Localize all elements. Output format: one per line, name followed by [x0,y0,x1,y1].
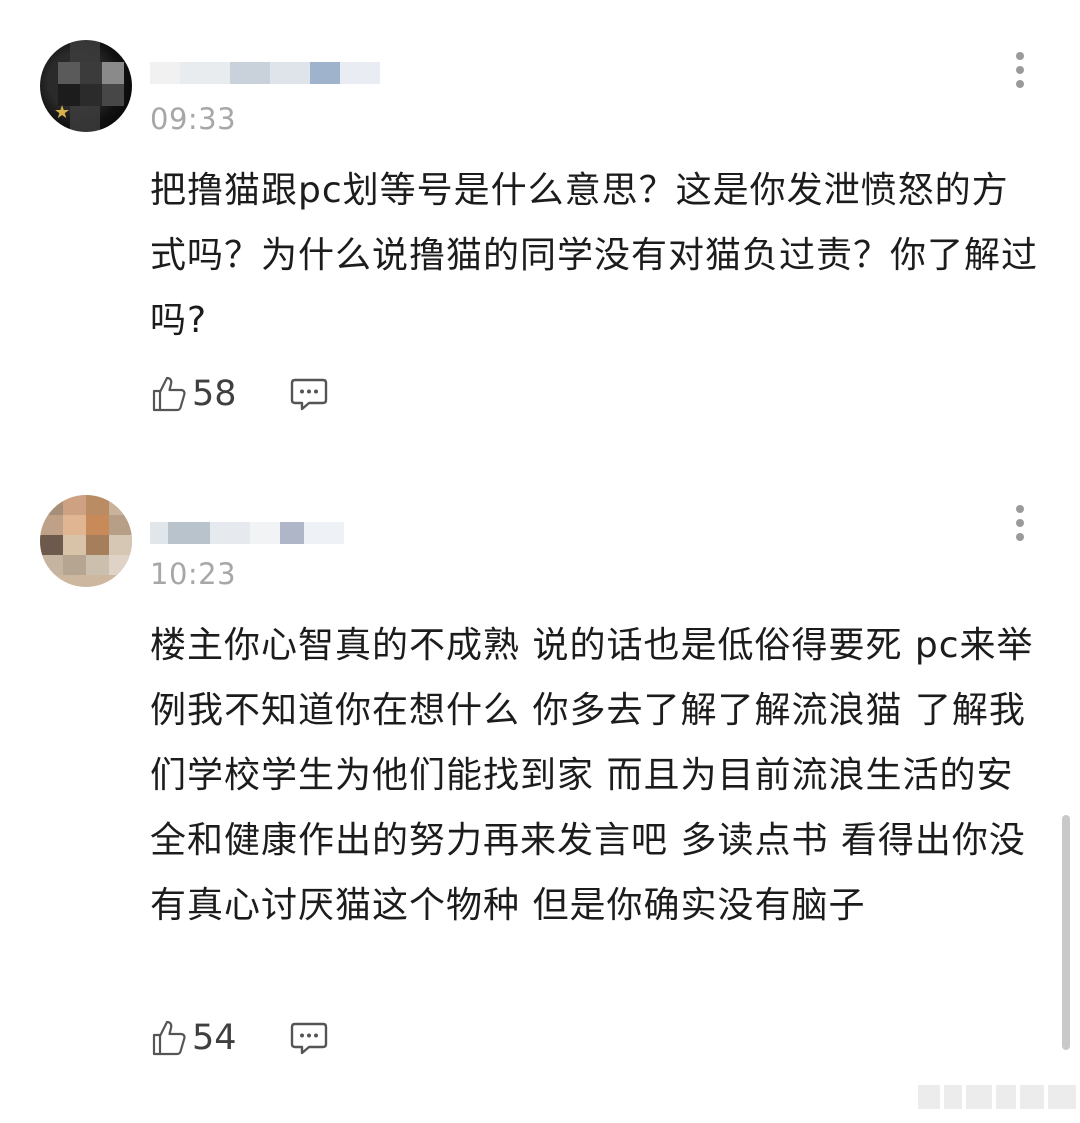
like-count: 58 [192,374,237,414]
comment-actions: 54 [150,1016,329,1060]
like-button[interactable]: 58 [150,374,237,414]
comment-bubble-icon [290,378,327,411]
like-count: 54 [192,1018,237,1058]
thumbs-up-icon [152,376,186,412]
like-button[interactable]: 54 [150,1018,237,1058]
reply-button[interactable] [289,1018,329,1058]
watermark [918,1080,1080,1114]
more-vertical-icon[interactable] [1005,505,1035,545]
thumbs-up-icon [152,1020,186,1056]
comment-bubble-icon [290,1022,327,1055]
comment-text: 楼主你心智真的不成熟 说的话也是低俗得要死 pc来举例我不知道你在想什么 你多去… [150,625,1034,926]
comment-timestamp: 09:33 [150,102,237,136]
comment-actions: 58 [150,372,329,416]
reply-button[interactable] [289,374,329,414]
avatar[interactable]: ★ [40,40,132,132]
comment-timestamp: 10:23 [150,557,237,591]
more-vertical-icon[interactable] [1005,52,1035,92]
comment-text: 把撸猫跟pc划等号是什么意思？这是你发泄愤怒的方式吗？为什么说撸猫的同学没有对猫… [150,170,1039,341]
avatar[interactable] [40,495,132,587]
comment-item: ★ 09:33 把撸猫跟pc划等号是什么意思？这是你发泄愤怒的方式吗？为什么说撸… [0,0,1080,460]
scrollbar[interactable] [1062,815,1070,1050]
